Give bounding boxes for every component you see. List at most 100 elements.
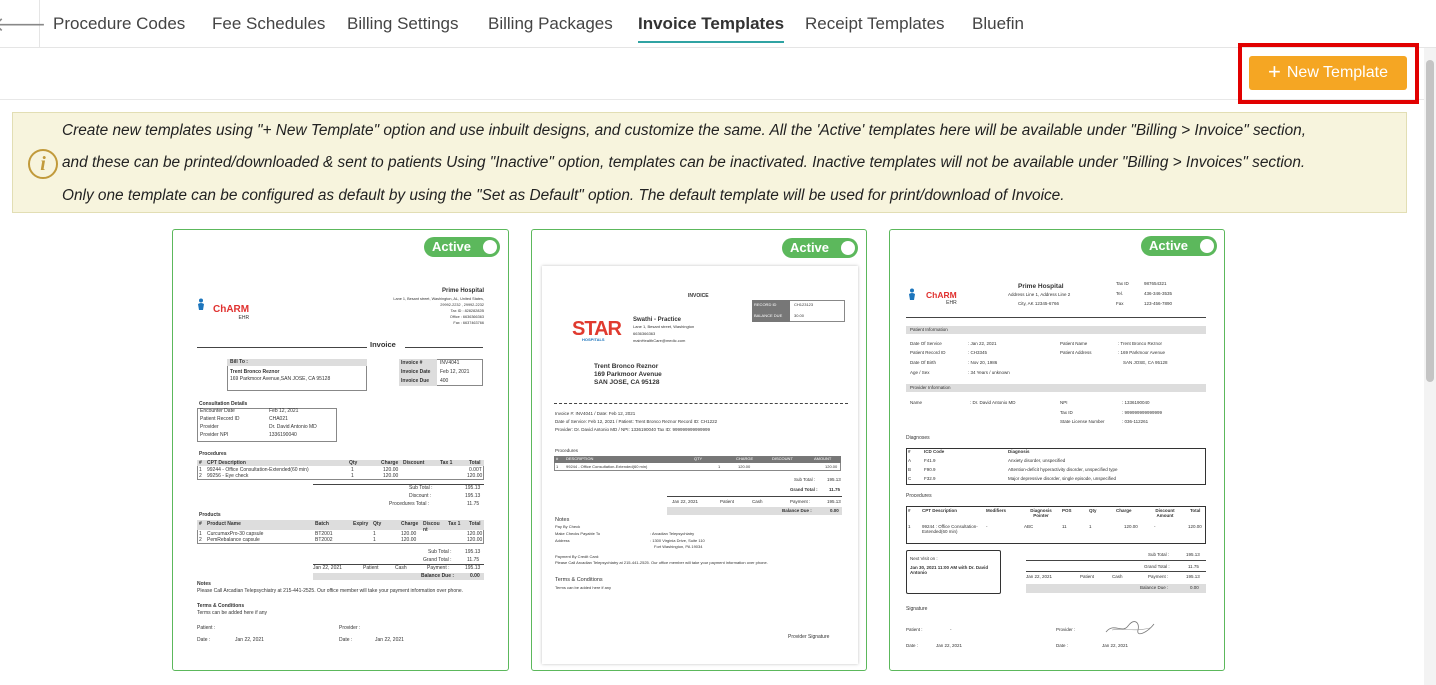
- section-header-bg: [906, 384, 1206, 392]
- terms-text: Terms can be added here if any: [197, 610, 268, 616]
- col-header: QTY: [694, 456, 703, 461]
- toolbar: [0, 48, 1424, 100]
- cell: F41.9: [924, 458, 936, 463]
- col-header: #: [908, 449, 911, 454]
- checks-label: Make Checks Payable To: [555, 531, 601, 536]
- new-template-label: New Template: [1286, 64, 1388, 81]
- consult-value: CHA021: [269, 416, 288, 422]
- balance-label: Balance Due :: [1140, 585, 1169, 590]
- tab-billing-settings[interactable]: Billing Settings: [347, 14, 459, 34]
- diagnoses-title: Diagnoses: [906, 435, 930, 441]
- sign-label: Date :: [1056, 643, 1069, 648]
- star-logo-sub: HOSPITALS: [582, 337, 605, 342]
- sign-label: Provider :: [1056, 627, 1076, 632]
- pi-value: : Nov 20, 1986: [968, 360, 998, 365]
- meta-value: INV4041: [440, 360, 460, 366]
- consult-label: Encounter Date: [200, 408, 235, 414]
- template-card-1[interactable]: Active ChARM EHR Prime Hospital Lane 1, B…: [172, 229, 509, 671]
- cell: 99244 : Office Consultation-Extended(60 …: [922, 524, 978, 534]
- total-value: 11.75: [467, 501, 480, 507]
- signature-icon: [1105, 621, 1155, 635]
- tab-bluefin[interactable]: Bluefin: [972, 14, 1024, 34]
- cell: 11: [1062, 524, 1067, 529]
- tab-invoice-templates[interactable]: Invoice Templates: [638, 14, 785, 43]
- procedures-title: Procedures: [906, 493, 932, 499]
- sign-value: Jan 22, 2021: [375, 637, 404, 643]
- notes-title: Notes: [555, 517, 570, 523]
- balance-value: 0.00: [830, 508, 839, 513]
- invoice-line: Date of Service: Feb 12, 2021 / Patient:…: [555, 419, 718, 424]
- cell: 2: [199, 473, 202, 479]
- practice-line: Lane 1, Besant street, Washington: [633, 324, 695, 329]
- next-visit-value: Jan 30, 2021 11:00 AM with Dr. David Ant…: [910, 565, 989, 575]
- scrollbar[interactable]: [1424, 48, 1436, 685]
- practice-line: 6636366363: [633, 331, 656, 336]
- pay-by-check: Pay By Check: [555, 524, 581, 529]
- tab-billing-packages[interactable]: Billing Packages: [488, 14, 613, 34]
- cell: F90.9: [924, 467, 936, 472]
- cell: 120.00: [467, 537, 483, 543]
- address-label: Address: [555, 538, 570, 543]
- cell: 120.00: [738, 464, 751, 469]
- col-header: Tax 1: [440, 460, 453, 466]
- back-arrow-icon[interactable]: 🡐: [0, 0, 46, 48]
- balance-value: 0.00: [470, 573, 480, 579]
- contact-value: 436-346-3535: [1144, 291, 1173, 296]
- hospital-name: Prime Hospital: [1018, 283, 1064, 290]
- prov-value: : 999999999999999: [1122, 410, 1163, 415]
- sign-value: Jan 22, 2021: [1102, 643, 1129, 648]
- total-value: 11.75: [829, 487, 841, 492]
- bill-to-name: Trent Bronco Reznor: [230, 369, 280, 375]
- prov-label: Tax ID: [1060, 410, 1073, 415]
- tab-fee-schedules[interactable]: Fee Schedules: [212, 14, 325, 34]
- terms-title: Terms & Conditions: [197, 603, 245, 609]
- cell: 1: [718, 464, 721, 469]
- total-value: 11.75: [1188, 564, 1199, 569]
- consult-label: Provider NPI: [200, 432, 229, 438]
- checks-value: : Arcadian Telepsychiatry: [650, 531, 695, 536]
- col-header: #: [556, 456, 559, 461]
- total-label: Grand Total :: [423, 557, 452, 563]
- balance-label: Balance Due :: [782, 508, 812, 513]
- template-card-3[interactable]: Active ChARM EHR Prime Hospital Address L…: [889, 229, 1225, 671]
- col-header: Product Name: [207, 521, 241, 527]
- pay-date: Jan 22, 2021: [672, 499, 699, 504]
- status-toggle[interactable]: Active: [782, 238, 858, 258]
- cell: 1: [556, 464, 559, 469]
- col-header: Expiry: [353, 521, 369, 527]
- cell: F32.9: [924, 476, 936, 481]
- tab-receipt-templates[interactable]: Receipt Templates: [805, 14, 945, 34]
- new-template-button[interactable]: + New Template: [1249, 56, 1407, 90]
- cell: 2: [199, 537, 202, 543]
- bill-to-header: [227, 359, 367, 366]
- consult-value: 1336190040: [269, 432, 297, 438]
- col-header: #: [908, 508, 911, 513]
- terms-title: Terms & Conditions: [555, 577, 603, 583]
- col-header: Tax 1: [448, 521, 461, 527]
- meta-value: 400: [440, 378, 449, 384]
- cell: 1: [908, 524, 911, 529]
- patient-name: Trent Bronco Reznor: [594, 363, 659, 370]
- col-header: Total: [469, 521, 481, 527]
- scrollbar-thumb[interactable]: [1426, 60, 1434, 382]
- contact-label: Tel.: [1116, 291, 1124, 296]
- template-card-2[interactable]: Active INVOICE STAR HOSPITALS Swathi - P…: [531, 229, 867, 671]
- address-line: : 1300 Virginia Drive, Suite 110: [650, 538, 705, 543]
- total-label: Sub Total :: [794, 477, 816, 482]
- total-label: Grand Total :: [790, 487, 818, 492]
- patient-address: 169 Parkmoor Avenue: [594, 371, 662, 378]
- cell: BT2002: [315, 537, 333, 543]
- col-header: Modifiers: [986, 508, 1007, 513]
- cell: Attention-deficit hyperactivity disorder…: [1008, 467, 1118, 472]
- col-header: AMOUNT: [814, 456, 832, 461]
- pay-date: Jan 22, 2021: [1026, 574, 1053, 579]
- pi-value: SAN JOSE, CA 95128: [1123, 360, 1168, 365]
- pi-value: : 169 Parkmoor Avenue: [1118, 350, 1165, 355]
- pay-label: Payment :: [1148, 574, 1169, 579]
- tab-bar: 🡐 Procedure Codes Fee Schedules Billing …: [0, 0, 1436, 48]
- col-header: Batch: [315, 521, 329, 527]
- patient-info-title: Patient Information: [910, 327, 948, 332]
- tab-procedure-codes[interactable]: Procedure Codes: [53, 14, 185, 34]
- procedures-title: Procedures: [199, 451, 227, 457]
- cell: Major depressive disorder, single episod…: [1008, 476, 1117, 481]
